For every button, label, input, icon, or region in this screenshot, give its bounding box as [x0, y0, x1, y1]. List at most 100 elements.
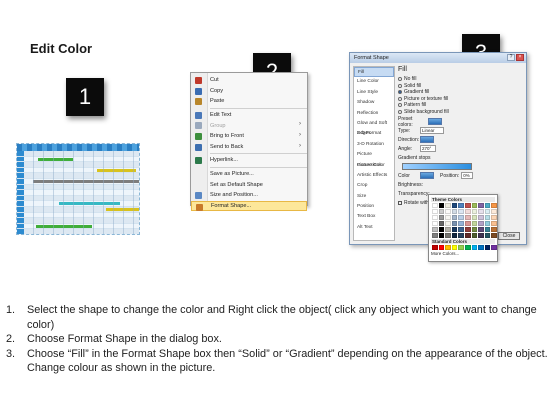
color-swatch[interactable]: [432, 233, 438, 238]
color-swatch[interactable]: [491, 209, 497, 214]
color-swatch[interactable]: [478, 227, 484, 232]
color-picker-button[interactable]: [420, 172, 434, 179]
color-swatch[interactable]: [458, 233, 464, 238]
nav-item-3-d-rotation[interactable]: 3-D Rotation: [354, 140, 394, 150]
radio-button[interactable]: [398, 77, 402, 82]
nav-item-line-style[interactable]: Line Style: [354, 88, 394, 98]
color-swatch[interactable]: [432, 209, 438, 214]
color-swatch[interactable]: [438, 203, 445, 208]
direction-button[interactable]: [420, 136, 434, 143]
color-swatch[interactable]: [478, 203, 484, 208]
color-swatch[interactable]: [458, 203, 464, 208]
color-swatch[interactable]: [458, 215, 464, 220]
color-swatch[interactable]: [445, 215, 451, 220]
color-swatch[interactable]: [432, 215, 438, 220]
nav-item-position[interactable]: Position: [354, 202, 394, 212]
gantt-bar[interactable]: [33, 179, 139, 183]
preset-colors-button[interactable]: [428, 118, 442, 125]
color-swatch[interactable]: [471, 245, 478, 250]
menu-item-set-as-default-shape[interactable]: Set as Default Shape: [191, 179, 307, 190]
color-swatch[interactable]: [471, 227, 478, 232]
color-swatch[interactable]: [451, 215, 458, 220]
color-swatch[interactable]: [445, 209, 451, 214]
color-swatch[interactable]: [471, 203, 478, 208]
color-swatch[interactable]: [471, 233, 478, 238]
color-swatch[interactable]: [464, 203, 471, 208]
radio-button[interactable]: [398, 103, 402, 108]
nav-item-reflection[interactable]: Reflection: [354, 109, 394, 119]
menu-item-format-shape[interactable]: Format Shape...: [191, 200, 307, 212]
angle-input[interactable]: 270°: [420, 145, 436, 152]
rotate-checkbox[interactable]: [398, 200, 402, 205]
menu-item-size-and-position[interactable]: Size and Position...: [191, 190, 307, 201]
help-button[interactable]: ?: [507, 54, 515, 61]
menu-item-paste[interactable]: Paste: [191, 96, 307, 107]
color-swatch[interactable]: [491, 245, 497, 250]
gantt-bar[interactable]: [35, 224, 92, 228]
nav-item-text-box[interactable]: Text Box: [354, 212, 394, 222]
color-swatch[interactable]: [451, 227, 458, 232]
menu-item-save-as-picture[interactable]: Save as Picture...: [191, 169, 307, 180]
color-swatch[interactable]: [484, 245, 491, 250]
color-swatch[interactable]: [471, 221, 478, 226]
color-swatch[interactable]: [438, 215, 445, 220]
color-swatch[interactable]: [458, 221, 464, 226]
nav-item-fill[interactable]: Fill: [354, 67, 394, 78]
radio-button[interactable]: [398, 109, 402, 114]
color-swatch[interactable]: [471, 215, 478, 220]
menu-item-hyperlink[interactable]: Hyperlink...: [191, 155, 307, 166]
color-swatch[interactable]: [478, 233, 484, 238]
gantt-bar[interactable]: [59, 202, 120, 206]
color-swatch[interactable]: [464, 209, 471, 214]
menu-item-bring-to-front[interactable]: Bring to Front ›: [191, 131, 307, 142]
nav-item-size[interactable]: Size: [354, 192, 394, 202]
nav-item-picture-corrections[interactable]: Picture Corrections: [354, 150, 394, 167]
color-swatch[interactable]: [451, 245, 458, 250]
gantt-bar[interactable]: [105, 207, 139, 211]
color-swatch[interactable]: [464, 233, 471, 238]
color-swatch[interactable]: [432, 227, 438, 232]
color-swatch[interactable]: [464, 215, 471, 220]
color-swatch[interactable]: [478, 215, 484, 220]
color-swatch[interactable]: [445, 245, 451, 250]
nav-item-artistic-effects[interactable]: Artistic Effects: [354, 171, 394, 181]
nav-item-3-d-format[interactable]: 3-D Format: [354, 129, 394, 139]
close-icon[interactable]: ×: [516, 54, 524, 61]
color-swatch[interactable]: [491, 203, 497, 208]
color-swatch[interactable]: [478, 245, 484, 250]
nav-item-line-color[interactable]: Line Color: [354, 77, 394, 87]
color-swatch[interactable]: [478, 209, 484, 214]
color-swatch[interactable]: [491, 215, 497, 220]
color-swatch[interactable]: [484, 227, 491, 232]
color-swatch[interactable]: [484, 203, 491, 208]
color-swatch[interactable]: [484, 209, 491, 214]
more-colors-link[interactable]: More Colors...: [431, 251, 495, 256]
color-swatch[interactable]: [458, 209, 464, 214]
gantt-chart-shape[interactable]: [16, 143, 140, 235]
nav-item-shadow[interactable]: Shadow: [354, 98, 394, 108]
menu-item-cut[interactable]: Cut: [191, 75, 307, 86]
color-swatch[interactable]: [445, 203, 451, 208]
menu-item-group[interactable]: Group ›: [191, 120, 307, 131]
color-swatch[interactable]: [491, 227, 497, 232]
nav-item-glow-and-soft-edges[interactable]: Glow and Soft Edges: [354, 119, 394, 136]
nav-item-picture-color[interactable]: Picture Color: [354, 161, 394, 171]
nav-item-alt-text[interactable]: Alt Text: [354, 223, 394, 233]
close-button[interactable]: Close: [498, 232, 520, 240]
color-swatch[interactable]: [478, 221, 484, 226]
color-swatch[interactable]: [491, 233, 497, 238]
color-swatch[interactable]: [432, 203, 438, 208]
color-swatch[interactable]: [438, 209, 445, 214]
color-swatch[interactable]: [445, 221, 451, 226]
color-swatch[interactable]: [471, 209, 478, 214]
color-swatch[interactable]: [464, 227, 471, 232]
color-swatch[interactable]: [438, 221, 445, 226]
position-input[interactable]: 0%: [461, 172, 474, 179]
color-swatch[interactable]: [464, 221, 471, 226]
fill-option[interactable]: Slide background fill: [398, 109, 523, 116]
color-swatch[interactable]: [464, 245, 471, 250]
gantt-bar[interactable]: [96, 168, 137, 172]
color-swatch[interactable]: [451, 221, 458, 226]
color-swatch[interactable]: [458, 245, 464, 250]
nav-item-crop[interactable]: Crop: [354, 181, 394, 191]
